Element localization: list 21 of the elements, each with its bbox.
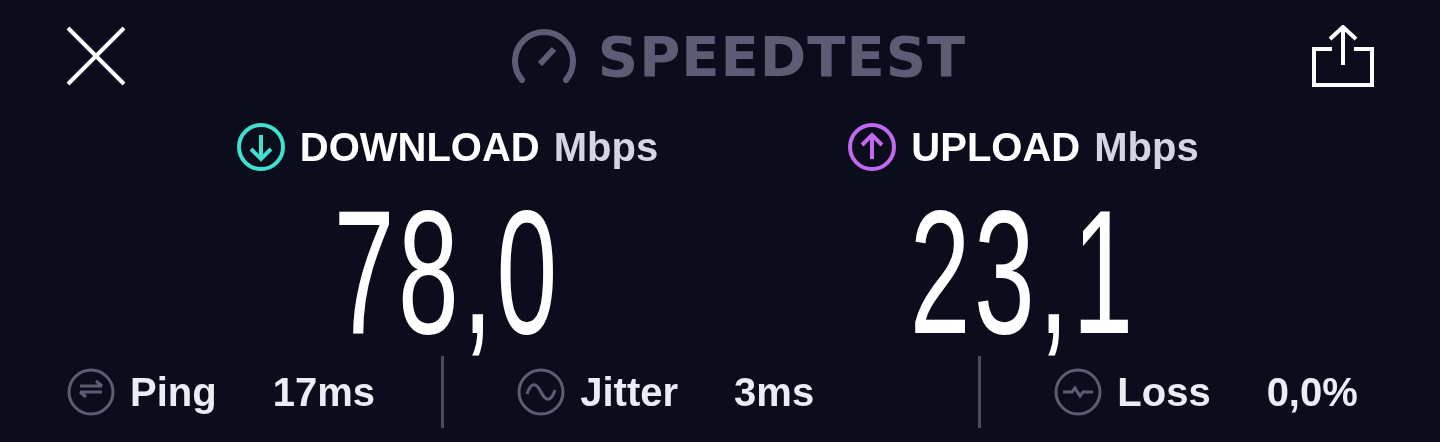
stat-value: 17ms	[272, 369, 375, 415]
loss-icon	[1053, 367, 1104, 417]
speed-value: 23,1	[909, 184, 1137, 360]
share-button[interactable]	[1312, 25, 1374, 87]
close-icon	[66, 26, 126, 86]
close-button[interactable]	[66, 26, 126, 86]
metric-label: UPLOAD	[911, 124, 1081, 170]
unit-label: Mbps	[553, 124, 659, 170]
ping-icon	[66, 367, 116, 417]
unit-label: Mbps	[1094, 124, 1199, 170]
stat-value: 0,0%	[1266, 369, 1358, 415]
speedometer-icon	[511, 28, 576, 84]
share-icon	[1312, 25, 1374, 87]
metric-label: DOWNLOAD	[299, 124, 540, 170]
stat-label: Jitter	[580, 369, 679, 415]
speed-value: 78,0	[333, 184, 561, 360]
jitter-icon	[516, 367, 567, 417]
stat-label: Ping	[130, 369, 217, 415]
stat-value: 3ms	[734, 369, 815, 415]
stat-label: Loss	[1117, 369, 1211, 415]
app-title: SPEEDTEST	[597, 23, 967, 89]
